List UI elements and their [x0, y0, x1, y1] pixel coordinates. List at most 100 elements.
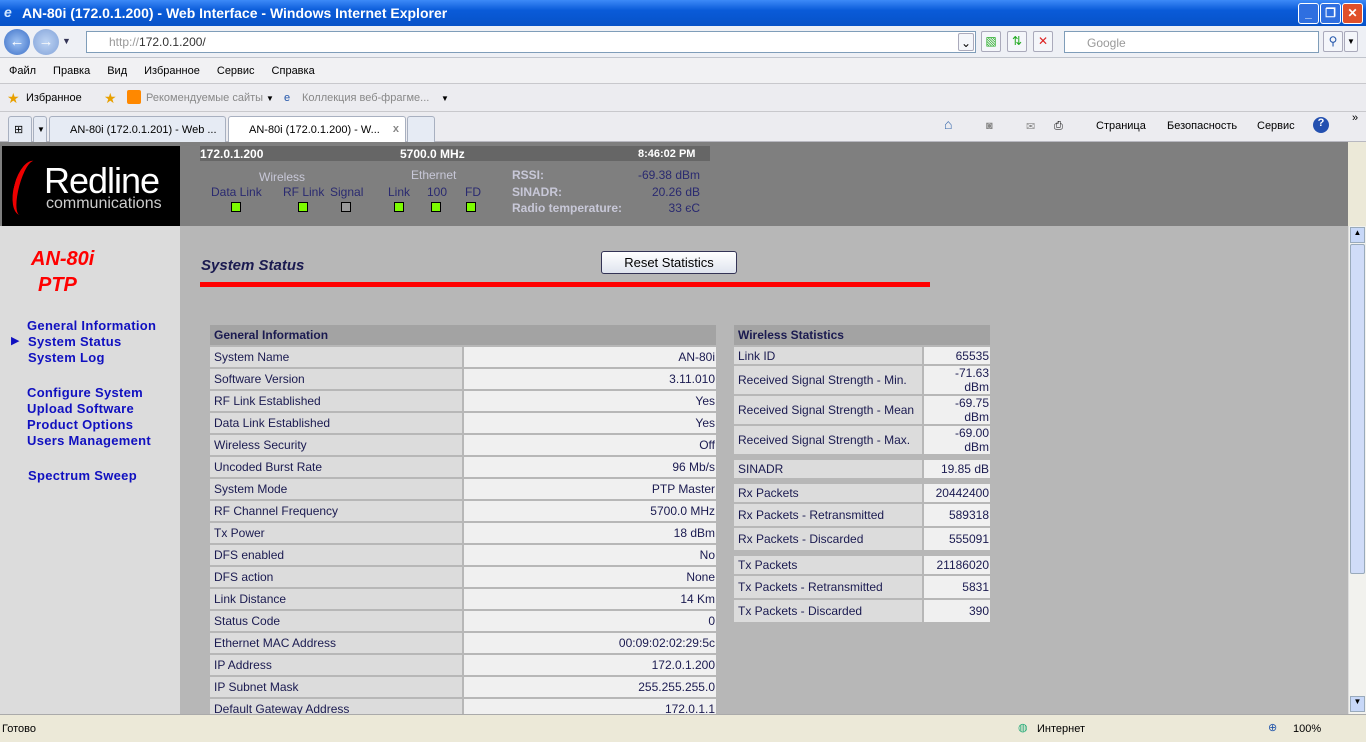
table-row: Wireless Security Off [210, 435, 716, 455]
forward-button[interactable]: → [33, 29, 59, 55]
nav-product-options[interactable]: Product Options [27, 417, 133, 432]
row-value: No [464, 545, 716, 565]
row-label: Uncoded Burst Rate [210, 457, 464, 477]
search-input[interactable]: Google [1064, 31, 1319, 53]
menu-view[interactable]: Вид [107, 65, 127, 77]
print-icon[interactable]: ⎙ [1054, 120, 1063, 133]
safety-menu[interactable]: Безопасность [1167, 120, 1237, 132]
led-label-eth-link: Link [388, 185, 411, 199]
row-label: Ethernet MAC Address [210, 633, 464, 653]
mail-icon[interactable]: ✉ [1026, 120, 1035, 133]
tab-1[interactable]: AN-80i (172.0.1.201) - Web ... [49, 116, 226, 142]
vertical-scrollbar[interactable]: ▲ ▼ [1348, 226, 1366, 714]
table-row: IP Subnet Mask 255.255.255.0 [210, 677, 716, 697]
nav-system-status[interactable]: System Status [28, 334, 122, 349]
nav-upload-software[interactable]: Upload Software [27, 401, 134, 416]
row-label: Default Gateway Address [210, 699, 464, 714]
table-row: Ethernet MAC Address 00:09:02:02:29:5c [210, 633, 716, 653]
favorites-button[interactable]: Избранное [26, 92, 82, 104]
tools-menu[interactable]: Сервис [1257, 120, 1295, 132]
nav-users-management[interactable]: Users Management [27, 433, 151, 448]
nav-system-log[interactable]: System Log [28, 350, 105, 365]
close-button[interactable]: ✕ [1342, 3, 1363, 24]
scroll-up-button[interactable]: ▲ [1350, 227, 1365, 243]
ethernet-label: Ethernet [411, 168, 457, 182]
menu-file[interactable]: Файл [9, 65, 36, 77]
scroll-thumb[interactable] [1350, 244, 1365, 574]
web-slice-gallery-link[interactable]: Коллекция веб-фрагме... [302, 92, 429, 104]
scroll-down-button[interactable]: ▼ [1350, 696, 1365, 712]
led-label-rf-link: RF Link [283, 185, 325, 199]
add-favorite-icon[interactable]: ★ [104, 90, 117, 107]
table-row: Rx Packets - Retransmitted 589318 [734, 504, 990, 526]
menu-help[interactable]: Справка [272, 65, 315, 77]
led-label-signal: Signal [330, 185, 364, 199]
row-label: DFS action [210, 567, 464, 587]
menu-edit[interactable]: Правка [53, 65, 90, 77]
feeds-icon[interactable]: ◙ [986, 120, 993, 132]
url-input[interactable]: http://172.0.1.200/ [86, 31, 976, 53]
sinadr-value: 20.26 dB [651, 185, 700, 199]
suggested-sites-link[interactable]: Рекомендуемые сайты [146, 92, 263, 104]
history-dropdown-icon[interactable]: ▼ [62, 36, 71, 46]
home-icon[interactable]: ⌂ [944, 116, 952, 132]
suggested-sites-icon [127, 90, 141, 104]
row-label: System Name [210, 347, 464, 367]
chevron-down-icon[interactable]: ▼ [266, 94, 274, 103]
window-titlebar: e AN-80i (172.0.1.200) - Web Interface -… [0, 0, 1366, 26]
row-value: 18 dBm [464, 523, 716, 543]
page-menu[interactable]: Страница [1096, 120, 1146, 132]
chevron-down-icon[interactable]: ▼ [441, 94, 449, 103]
web-page: Redline communications 172.0.1.200 5700.… [0, 142, 1348, 714]
table-row: IP Address 172.0.1.200 [210, 655, 716, 675]
row-value: AN-80i [464, 347, 716, 367]
refresh-icon[interactable]: ⇅ [1007, 31, 1027, 52]
row-label: Data Link Established [210, 413, 464, 433]
header-time: 8:46:02 PM [638, 148, 696, 160]
status-text: Готово [2, 723, 36, 735]
reset-statistics-button[interactable]: Reset Statistics [601, 251, 737, 274]
quick-tabs-icon[interactable]: ⊞ [8, 116, 32, 142]
table-row: Uncoded Burst Rate 96 Mb/s [210, 457, 716, 477]
menu-favorites[interactable]: Избранное [144, 65, 200, 77]
product-mode: PTP [38, 274, 77, 296]
row-value: 00:09:02:02:29:5c [464, 633, 716, 653]
search-icon[interactable]: ⚲ [1323, 31, 1343, 52]
close-tab-icon[interactable]: x [393, 123, 399, 135]
tab-list-icon[interactable]: ▼ [33, 116, 47, 142]
row-label: IP Subnet Mask [210, 677, 464, 697]
help-icon[interactable]: ? [1313, 117, 1329, 133]
minimize-button[interactable]: _ [1298, 3, 1319, 24]
row-value: 19.85 dB [924, 456, 990, 478]
zoom-level[interactable]: 100% [1293, 723, 1321, 735]
row-value: 589318 [924, 504, 990, 526]
sidebar: AN-80i PTP General Information ▶ System … [0, 226, 180, 714]
stop-icon[interactable]: ✕ [1033, 31, 1053, 52]
row-label: Link ID [734, 347, 924, 364]
row-value: Yes [464, 391, 716, 411]
url-dropdown-icon[interactable]: ⌄ [958, 33, 974, 51]
restore-button[interactable]: ❐ [1320, 3, 1341, 24]
back-button[interactable]: ← [4, 29, 30, 55]
table-row: Received Signal Strength - Min. -71.63 dB… [734, 366, 990, 394]
nav-general-information[interactable]: General Information [27, 318, 156, 333]
row-value: 96 Mb/s [464, 457, 716, 477]
row-value: 555091 [924, 528, 990, 550]
row-label: IP Address [210, 655, 464, 675]
compat-view-icon[interactable]: ▧ [981, 31, 1001, 52]
row-label: Link Distance [210, 589, 464, 609]
ie-page-icon: e [284, 92, 291, 104]
led-label-data-link: Data Link [211, 185, 262, 199]
overflow-chevron-icon[interactable]: » [1352, 112, 1358, 124]
table-row: Data Link Established Yes [210, 413, 716, 433]
zoom-icon[interactable]: ⊕ [1268, 721, 1277, 734]
nav-configure-system[interactable]: Configure System [27, 385, 143, 400]
tab-2-active[interactable]: AN-80i (172.0.1.200) - W... x [228, 116, 406, 142]
status-bar: Готово ◍ Интернет ⊕ 100% [0, 714, 1366, 742]
row-value: PTP Master [464, 479, 716, 499]
nav-spectrum-sweep[interactable]: Spectrum Sweep [28, 468, 137, 483]
led-data-link [231, 202, 241, 212]
search-options-icon[interactable]: ▼ [1344, 31, 1358, 52]
menu-tools[interactable]: Сервис [217, 65, 255, 77]
new-tab-button[interactable] [407, 116, 435, 142]
